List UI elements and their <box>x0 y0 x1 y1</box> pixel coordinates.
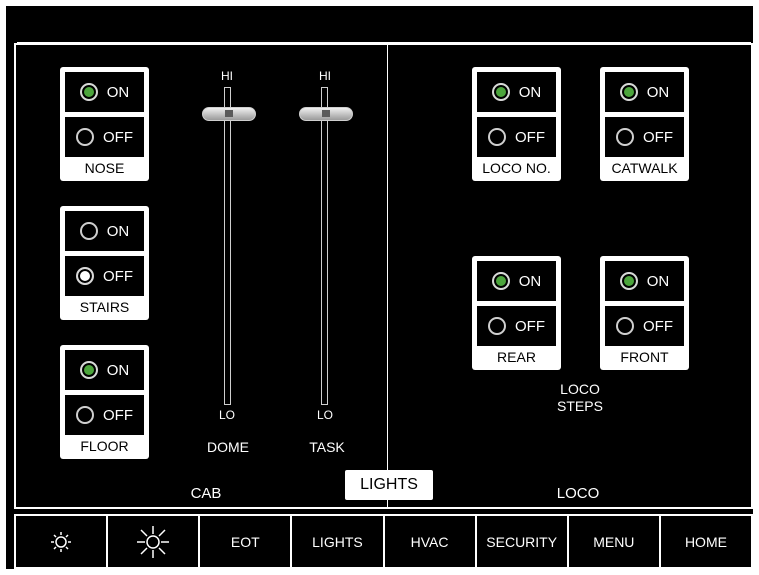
nav-eot-button[interactable]: EOT <box>200 516 293 567</box>
task-slider-handle[interactable] <box>299 107 353 121</box>
bright-brightness-button[interactable] <box>108 516 201 567</box>
off-label: OFF <box>643 317 673 335</box>
dim-brightness-button[interactable] <box>16 516 109 567</box>
rear-on-button[interactable]: ON <box>477 261 556 301</box>
led-indicator-icon <box>616 128 634 146</box>
task-lo-label: LO <box>316 408 333 422</box>
off-label: OFF <box>103 406 133 424</box>
nav-hvac-button[interactable]: HVAC <box>385 516 477 567</box>
cab-panel: ON OFF NOSE ON OFF STAIRS ON OFF FLOOR H… <box>14 43 388 509</box>
nav-menu-button[interactable]: MENU <box>569 516 661 567</box>
cab-label: CAB <box>190 485 222 502</box>
loco-steps-group-label: LOCO STEPS <box>540 381 620 415</box>
led-indicator-icon <box>619 272 638 290</box>
catwalk-on-button[interactable]: ON <box>605 72 684 112</box>
on-label: ON <box>646 272 670 290</box>
front-label: FRONT <box>620 349 669 365</box>
led-indicator-icon <box>76 406 94 424</box>
led-indicator-icon <box>616 317 634 335</box>
floor-off-button[interactable]: OFF <box>65 395 144 435</box>
loco-no-off-button[interactable]: OFF <box>477 117 556 157</box>
led-indicator-icon <box>488 317 506 335</box>
front-switch: ON OFF FRONT <box>600 256 689 370</box>
nav-lights-button[interactable]: LIGHTS <box>292 516 385 567</box>
rear-label: REAR <box>497 349 536 365</box>
task-label: TASK <box>309 439 345 455</box>
stairs-off-button[interactable]: OFF <box>65 256 144 296</box>
floor-on-button[interactable]: ON <box>65 350 144 390</box>
loco-no-label: LOCO NO. <box>482 160 551 176</box>
on-label: ON <box>106 361 130 379</box>
on-label: ON <box>106 83 130 101</box>
on-label: ON <box>518 83 542 101</box>
nav-security-button[interactable]: SECURITY <box>477 516 569 567</box>
led-indicator-icon <box>76 128 94 146</box>
stairs-label: STAIRS <box>79 299 130 315</box>
loco-panel: ON OFF LOCO NO. ON OFF CATWALK ON OFF RE… <box>387 43 753 509</box>
dome-lo-label: LO <box>218 408 235 422</box>
led-indicator-icon <box>619 83 638 101</box>
nose-off-button[interactable]: OFF <box>65 117 144 157</box>
led-indicator-icon <box>491 83 510 101</box>
rear-switch: ON OFF REAR <box>472 256 561 370</box>
sun-dim-icon <box>51 531 72 552</box>
title-bar <box>17 18 751 44</box>
bottom-nav-bar: EOT LIGHTS HVAC SECURITY MENU HOME <box>14 514 753 569</box>
sun-bright-icon <box>137 525 170 558</box>
catwalk-off-button[interactable]: OFF <box>605 117 684 157</box>
dome-label: DOME <box>207 439 249 455</box>
floor-switch: ON OFF FLOOR <box>60 345 149 459</box>
on-label: ON <box>646 83 670 101</box>
task-hi-label: HI <box>319 69 331 83</box>
dome-slider-track[interactable] <box>224 87 231 405</box>
led-indicator-icon <box>79 361 98 379</box>
task-slider-track[interactable] <box>321 87 328 405</box>
led-indicator-icon <box>76 267 94 285</box>
floor-label: FLOOR <box>80 438 129 454</box>
catwalk-switch: ON OFF CATWALK <box>600 67 689 181</box>
off-label: OFF <box>103 267 133 285</box>
rear-off-button[interactable]: OFF <box>477 306 556 346</box>
off-label: OFF <box>103 128 133 146</box>
dome-slider-handle[interactable] <box>202 107 256 121</box>
on-label: ON <box>106 222 130 240</box>
loco-label: LOCO <box>556 485 600 502</box>
loco-no-switch: ON OFF LOCO NO. <box>472 67 561 181</box>
loco-no-on-button[interactable]: ON <box>477 72 556 112</box>
off-label: OFF <box>515 128 545 146</box>
loco-steps-line2: STEPS <box>557 398 603 414</box>
screen-title-tag: LIGHTS <box>345 470 433 500</box>
loco-steps-line1: LOCO <box>560 381 600 397</box>
off-label: OFF <box>643 128 673 146</box>
stairs-switch: ON OFF STAIRS <box>60 206 149 320</box>
nav-home-button[interactable]: HOME <box>661 516 751 567</box>
front-on-button[interactable]: ON <box>605 261 684 301</box>
led-indicator-icon <box>79 222 98 240</box>
nose-switch: ON OFF NOSE <box>60 67 149 181</box>
led-indicator-icon <box>488 128 506 146</box>
front-off-button[interactable]: OFF <box>605 306 684 346</box>
catwalk-label: CATWALK <box>611 160 678 176</box>
led-indicator-icon <box>79 83 98 101</box>
nose-label: NOSE <box>84 160 125 176</box>
stairs-on-button[interactable]: ON <box>65 211 144 251</box>
dome-hi-label: HI <box>221 69 233 83</box>
on-label: ON <box>518 272 542 290</box>
off-label: OFF <box>515 317 545 335</box>
nose-on-button[interactable]: ON <box>65 72 144 112</box>
led-indicator-icon <box>491 272 510 290</box>
